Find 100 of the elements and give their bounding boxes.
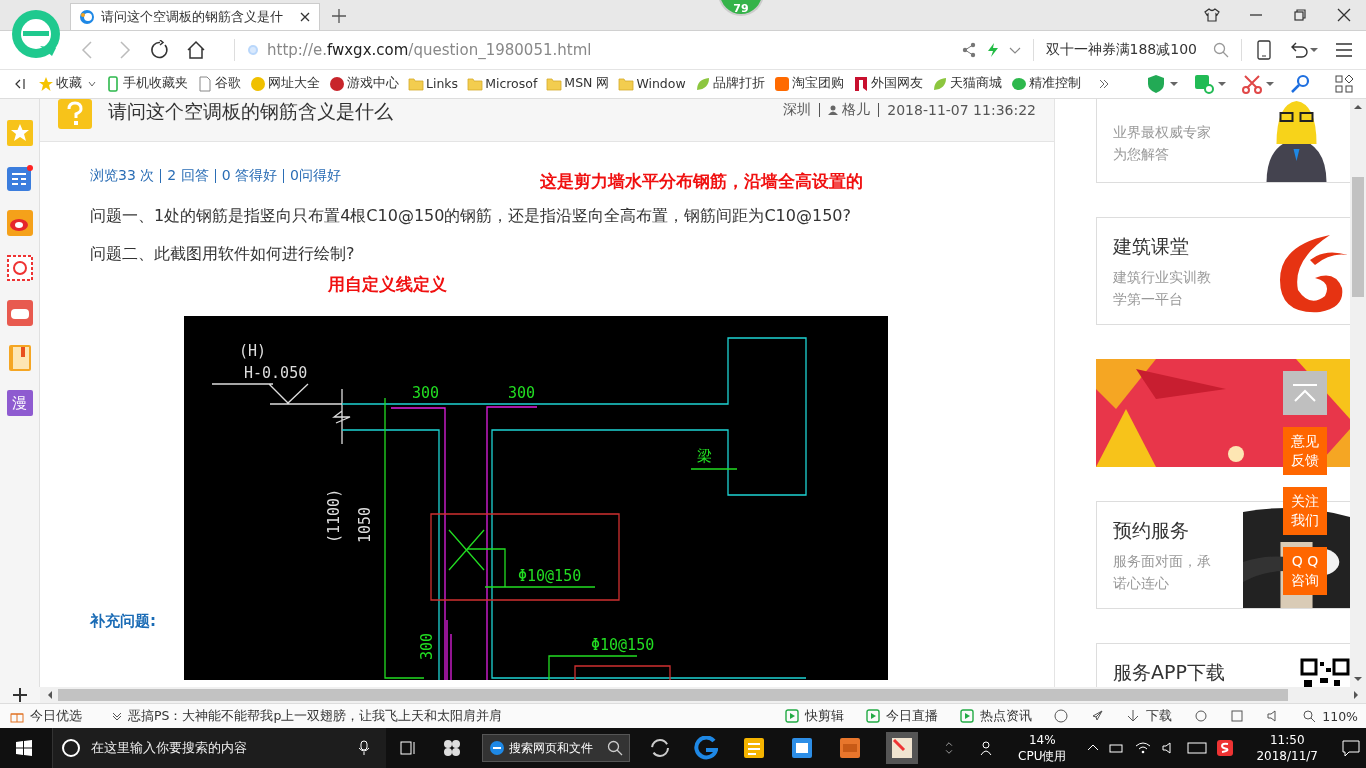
vertical-scrollbar[interactable] xyxy=(1350,98,1366,688)
caret-icon[interactable] xyxy=(1310,45,1318,54)
scroll-left-icon[interactable] xyxy=(46,691,54,700)
bookmark-item[interactable]: 精准控制 xyxy=(1010,75,1081,93)
browser-app-icon[interactable] xyxy=(694,736,719,760)
clock-date[interactable]: 2018/11/7 xyxy=(1256,748,1318,764)
download-icon[interactable] xyxy=(1126,709,1141,724)
promo-search-field[interactable]: 双十一神券满188减100 xyxy=(1045,40,1197,59)
browser-e-icon xyxy=(489,740,506,756)
bookmark-item[interactable]: Window xyxy=(618,75,686,92)
stat-link[interactable]: 2 回答 xyxy=(167,166,209,185)
notes-app-icon[interactable] xyxy=(742,736,767,760)
skin-icon[interactable] xyxy=(1204,6,1220,23)
caret-icon[interactable] xyxy=(1266,79,1274,88)
stat-link[interactable]: 浏览33 次 xyxy=(90,166,155,185)
today-picks-link[interactable]: 今日优选 xyxy=(30,707,82,725)
caret-icon[interactable] xyxy=(1218,79,1226,88)
drawing-label: Φ10@150 xyxy=(591,635,655,654)
scissors-icon[interactable] xyxy=(1242,73,1262,94)
location-text: 深圳 xyxy=(783,100,812,119)
play-icon[interactable] xyxy=(866,709,881,724)
shield-icon[interactable] xyxy=(1146,73,1166,94)
clock-time[interactable]: 11:50 xyxy=(1269,732,1305,748)
new-tab-icon[interactable] xyxy=(332,8,346,23)
scroll-up-icon[interactable] xyxy=(1354,102,1362,111)
collapse-sidebar-icon[interactable] xyxy=(14,77,26,90)
bookmark-item[interactable]: Microsof xyxy=(467,75,538,92)
close-icon[interactable] xyxy=(1336,6,1352,23)
bookmark-item[interactable]: Links xyxy=(408,75,459,92)
gamepad-icon[interactable] xyxy=(6,299,33,326)
swirl-icon[interactable] xyxy=(650,738,671,758)
card-subtitle: 服务面对面，承诺心连心 xyxy=(1113,551,1212,593)
search-icon[interactable] xyxy=(607,740,624,756)
bookmark-item[interactable]: 游戏中心 xyxy=(329,75,399,93)
pinwheel-icon[interactable] xyxy=(442,738,463,758)
caret-icon[interactable] xyxy=(88,79,96,88)
share-icon[interactable] xyxy=(960,41,977,58)
close-tab-icon[interactable] xyxy=(299,10,311,23)
play-icon[interactable] xyxy=(960,709,975,724)
scrollbar-thumb[interactable] xyxy=(1352,176,1364,297)
user-icon xyxy=(828,104,839,115)
web-search-field[interactable]: 搜索网页和文件 xyxy=(482,734,631,762)
reload-icon[interactable] xyxy=(150,39,170,60)
mail-icon[interactable] xyxy=(6,254,33,281)
play-icon[interactable] xyxy=(785,709,800,724)
windows-start-icon[interactable] xyxy=(16,740,32,756)
supplement-label: 补充问题: xyxy=(90,611,157,632)
page-icon xyxy=(197,75,213,92)
status-link[interactable]: 热点资讯 xyxy=(980,707,1033,725)
bookmark-item[interactable]: MSN 网 xyxy=(546,75,610,93)
scroll-right-icon[interactable] xyxy=(1352,691,1360,700)
apps-icon[interactable] xyxy=(1334,73,1354,94)
active-app-icon[interactable] xyxy=(886,732,919,764)
stat-link[interactable]: 0问得好 xyxy=(290,166,341,185)
notification-icon[interactable] xyxy=(1341,738,1361,758)
horizontal-scrollbar[interactable] xyxy=(40,687,1366,704)
home-icon[interactable] xyxy=(186,39,206,60)
zoom-level[interactable]: 110% xyxy=(1322,708,1358,724)
author-link[interactable]: 格儿 xyxy=(842,100,871,119)
service-card[interactable]: 建筑课堂 建筑行业实训教学第一平台 xyxy=(1096,216,1350,325)
caret-icon[interactable] xyxy=(1170,79,1178,88)
news-icon[interactable] xyxy=(6,164,33,191)
zoom-icon[interactable] xyxy=(1302,709,1317,724)
bookmark-item[interactable]: 天猫商城 xyxy=(931,75,1002,93)
question-paragraph: 问题一、1处的钢筋是指竖向只布置4根C10@150的钢筋，还是指沿竖向全高布置，钢筋间距为C10@150? xyxy=(90,204,852,227)
input-method-icon[interactable] xyxy=(1217,740,1234,756)
taskbar-search-field[interactable]: 在这里输入你要搜索的内容 xyxy=(52,728,387,768)
stat-link[interactable]: 0 答得好 xyxy=(221,166,277,185)
bookmark-item[interactable]: 外国网友 xyxy=(852,75,923,93)
bookmark-item[interactable]: 品牌打折 xyxy=(694,75,765,93)
weibo-icon[interactable] xyxy=(6,209,33,236)
add-icon[interactable] xyxy=(13,688,27,703)
qr-code-icon xyxy=(1300,657,1350,688)
bookmark-item[interactable]: 手机收藏夹 xyxy=(105,75,188,93)
drawing-label: 梁 xyxy=(697,446,712,465)
key-icon[interactable] xyxy=(1290,73,1310,94)
bookmark-item[interactable]: 淘宝团购 xyxy=(773,75,844,93)
book-icon[interactable] xyxy=(6,344,33,371)
bookmark-item[interactable]: 网址大全 xyxy=(250,75,320,93)
chevron-icon[interactable] xyxy=(112,711,122,722)
board-app-icon[interactable] xyxy=(790,736,815,760)
download-link[interactable]: 下载 xyxy=(1146,707,1173,725)
restore-icon[interactable] xyxy=(1292,6,1308,23)
bookmark-item[interactable]: 谷歌 xyxy=(197,75,241,93)
drawing-label: Φ10@150 xyxy=(518,566,582,585)
bookmark-item[interactable]: 收藏 xyxy=(38,75,96,93)
scrollbar-thumb[interactable] xyxy=(58,689,1288,702)
more-icon[interactable] xyxy=(1097,77,1110,90)
url-field[interactable]: http://e.fwxgx.com/question_1980051.html xyxy=(267,40,592,59)
news-ticker-link[interactable]: 恶搞PS：大神能不能帮我p上一双翅膀，让我飞上天和太阳肩并肩 xyxy=(128,707,503,725)
cpu-usage: 14% xyxy=(1028,732,1056,748)
scroll-down-icon[interactable] xyxy=(1354,675,1362,684)
comics-icon[interactable]: 漫 xyxy=(6,389,33,416)
status-link[interactable]: 今日直播 xyxy=(886,707,939,725)
status-link[interactable]: 快剪辑 xyxy=(805,707,845,725)
pdf-app-icon[interactable] xyxy=(838,736,863,760)
browser-tab[interactable]: 请问这个空调板的钢筋含义是什 xyxy=(70,2,320,30)
drawing-label: (H) xyxy=(239,341,267,360)
wifi-icon[interactable] xyxy=(1135,740,1152,756)
tablet-icon[interactable] xyxy=(1254,39,1274,60)
